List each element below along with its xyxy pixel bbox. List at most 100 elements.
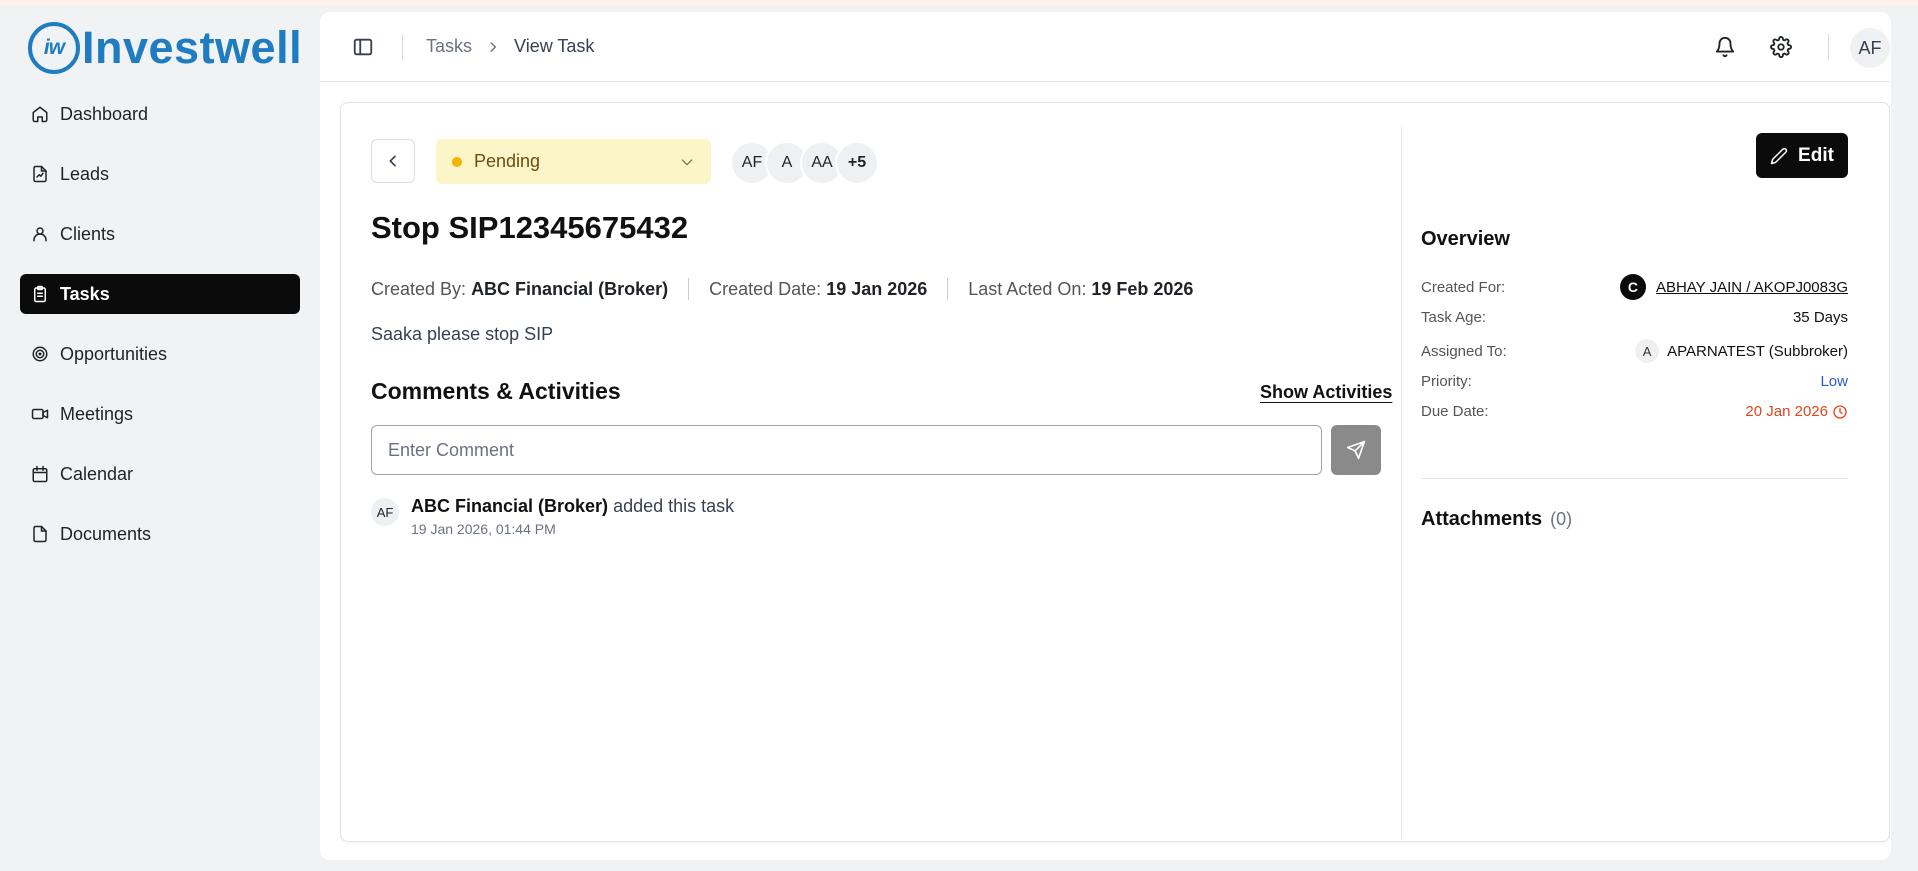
sidebar-item-label: Opportunities [60, 343, 168, 364]
overview-row-task-age: Task Age: 35 Days [1421, 309, 1848, 326]
home-icon [30, 104, 50, 124]
sidebar-item-dashboard[interactable]: Dashboard [20, 94, 300, 134]
clipboard-list-icon [30, 284, 50, 304]
comment-input[interactable] [371, 425, 1322, 475]
client-badge: C [1619, 274, 1646, 300]
sidebar-item-label: Leads [60, 163, 110, 184]
brand-logo[interactable]: iw Investwell [28, 20, 302, 76]
header-divider [402, 34, 403, 60]
pencil-icon [1770, 147, 1788, 165]
assigned-to-label: Assigned To: [1421, 342, 1507, 360]
status-dropdown[interactable]: Pending [436, 139, 711, 184]
sidebar-item-label: Documents [60, 523, 152, 544]
overview-title: Overview [1421, 228, 1510, 250]
sidebar-item-opportunities[interactable]: Opportunities [20, 334, 300, 374]
sidebar-item-tasks[interactable]: Tasks [20, 274, 300, 314]
edit-button[interactable]: Edit [1756, 133, 1848, 178]
activity-actor: ABC Financial (Broker) [411, 496, 609, 516]
activity-timestamp: 19 Jan 2026, 01:44 PM [411, 521, 556, 537]
sidebar-item-leads[interactable]: Leads [20, 154, 300, 194]
bell-icon[interactable] [1714, 36, 1736, 58]
chevron-left-icon [385, 153, 401, 169]
breadcrumb-current: View Task [514, 36, 595, 56]
assigned-to-value-wrap: A APARNATEST (Subbroker) [1635, 339, 1848, 363]
last-acted-value: 19 Feb 2026 [1091, 278, 1194, 299]
activity-avatar: AF [371, 498, 399, 526]
chevron-down-icon [679, 154, 695, 170]
priority-label: Priority: [1421, 373, 1472, 390]
sidebar-item-calendar[interactable]: Calendar [20, 454, 300, 494]
calendar-icon [30, 464, 50, 484]
header-divider [1828, 34, 1829, 60]
user-icon [30, 224, 50, 244]
attachments-title: Attachments (0) [1421, 508, 1572, 531]
task-title: Stop SIP12345675432 [371, 210, 689, 245]
chevron-right-icon [486, 40, 500, 54]
assigned-to-value: APARNATEST (Subbroker) [1667, 342, 1848, 360]
attachments-count: (0) [1550, 509, 1573, 529]
status-dot [452, 156, 462, 167]
due-date-label: Due Date: [1421, 403, 1489, 420]
sidebar-item-clients[interactable]: Clients [20, 214, 300, 254]
top-header: Tasks View Task AF [320, 12, 1891, 82]
task-description: Saaka please stop SIP [371, 324, 554, 344]
video-icon [30, 404, 50, 424]
sidebar-item-label: Meetings [60, 403, 134, 424]
created-date-label: Created Date: [709, 278, 822, 299]
send-comment-button[interactable] [1331, 425, 1381, 475]
created-for-label: Created For: [1421, 278, 1506, 296]
task-meta: Created By: ABC Financial (Broker) Creat… [371, 278, 1193, 300]
status-label: Pending [474, 151, 541, 171]
activity-text: ABC Financial (Broker) added this task [411, 496, 734, 517]
file-chart-icon [30, 164, 50, 184]
attachments-label: Attachments [1421, 508, 1543, 530]
document-icon [30, 524, 50, 544]
assignee-avatars[interactable]: AF A AA +5 [730, 141, 879, 185]
task-age-value: 35 Days [1792, 309, 1848, 326]
edit-label: Edit [1798, 144, 1834, 166]
created-by-value: ABC Financial (Broker) [471, 278, 669, 299]
created-date-value: 19 Jan 2026 [826, 278, 928, 299]
sidebar-item-meetings[interactable]: Meetings [20, 394, 300, 434]
sidebar-item-label: Calendar [60, 463, 134, 484]
task-age-label: Task Age: [1421, 309, 1487, 326]
clock-icon [1832, 404, 1848, 420]
breadcrumb: Tasks View Task [426, 36, 594, 57]
created-for-value-wrap: C ABHAY JAIN / AKOPJ0083G [1619, 274, 1848, 300]
comments-title: Comments & Activities [371, 378, 621, 404]
overview-row-created-for: Created For: C ABHAY JAIN / AKOPJ0083G [1421, 274, 1848, 300]
sidebar-item-label: Dashboard [60, 103, 149, 124]
gear-icon[interactable] [1770, 36, 1792, 58]
show-activities-link[interactable]: Show Activities [1260, 382, 1392, 403]
breadcrumb-tasks-link[interactable]: Tasks [426, 36, 472, 57]
created-for-link[interactable]: ABHAY JAIN / AKOPJ0083G [1656, 279, 1848, 296]
overview-row-due-date: Due Date: 20 Jan 2026 [1421, 403, 1848, 420]
sidebar-nav: Dashboard Leads Clients Tasks Opportunit… [20, 94, 300, 574]
sidebar-item-label: Tasks [60, 283, 110, 304]
due-date-wrap: 20 Jan 2026 [1745, 403, 1848, 420]
created-by-label: Created By: [371, 278, 467, 299]
activity-action: added this task [613, 496, 735, 516]
meta-separator [947, 278, 949, 300]
assignee-badge: A [1635, 339, 1660, 363]
due-date-value: 20 Jan 2026 [1745, 403, 1828, 420]
user-avatar[interactable]: AF [1850, 28, 1890, 68]
logo-mark: iw [28, 22, 80, 74]
overview-row-assigned-to: Assigned To: A APARNATEST (Subbroker) [1421, 339, 1848, 363]
overview-row-priority: Priority: Low [1421, 373, 1848, 390]
meta-separator [688, 278, 690, 300]
sidebar: iw Investwell Dashboard Leads Clients Ta… [0, 6, 318, 871]
activity-item: AF ABC Financial (Broker) added this tas… [371, 496, 734, 537]
send-icon [1346, 440, 1366, 460]
back-button[interactable] [371, 139, 415, 183]
sidebar-toggle-icon[interactable] [352, 36, 374, 58]
target-icon [30, 344, 50, 364]
overview-divider [1421, 478, 1848, 479]
assignee-more-count[interactable]: +5 [835, 141, 879, 185]
sidebar-item-documents[interactable]: Documents [20, 514, 300, 554]
priority-value: Low [1820, 373, 1848, 390]
sidebar-item-label: Clients [60, 223, 116, 244]
column-divider [1401, 127, 1402, 839]
last-acted-label: Last Acted On: [968, 278, 1087, 299]
logo-text: Investwell [82, 22, 303, 73]
